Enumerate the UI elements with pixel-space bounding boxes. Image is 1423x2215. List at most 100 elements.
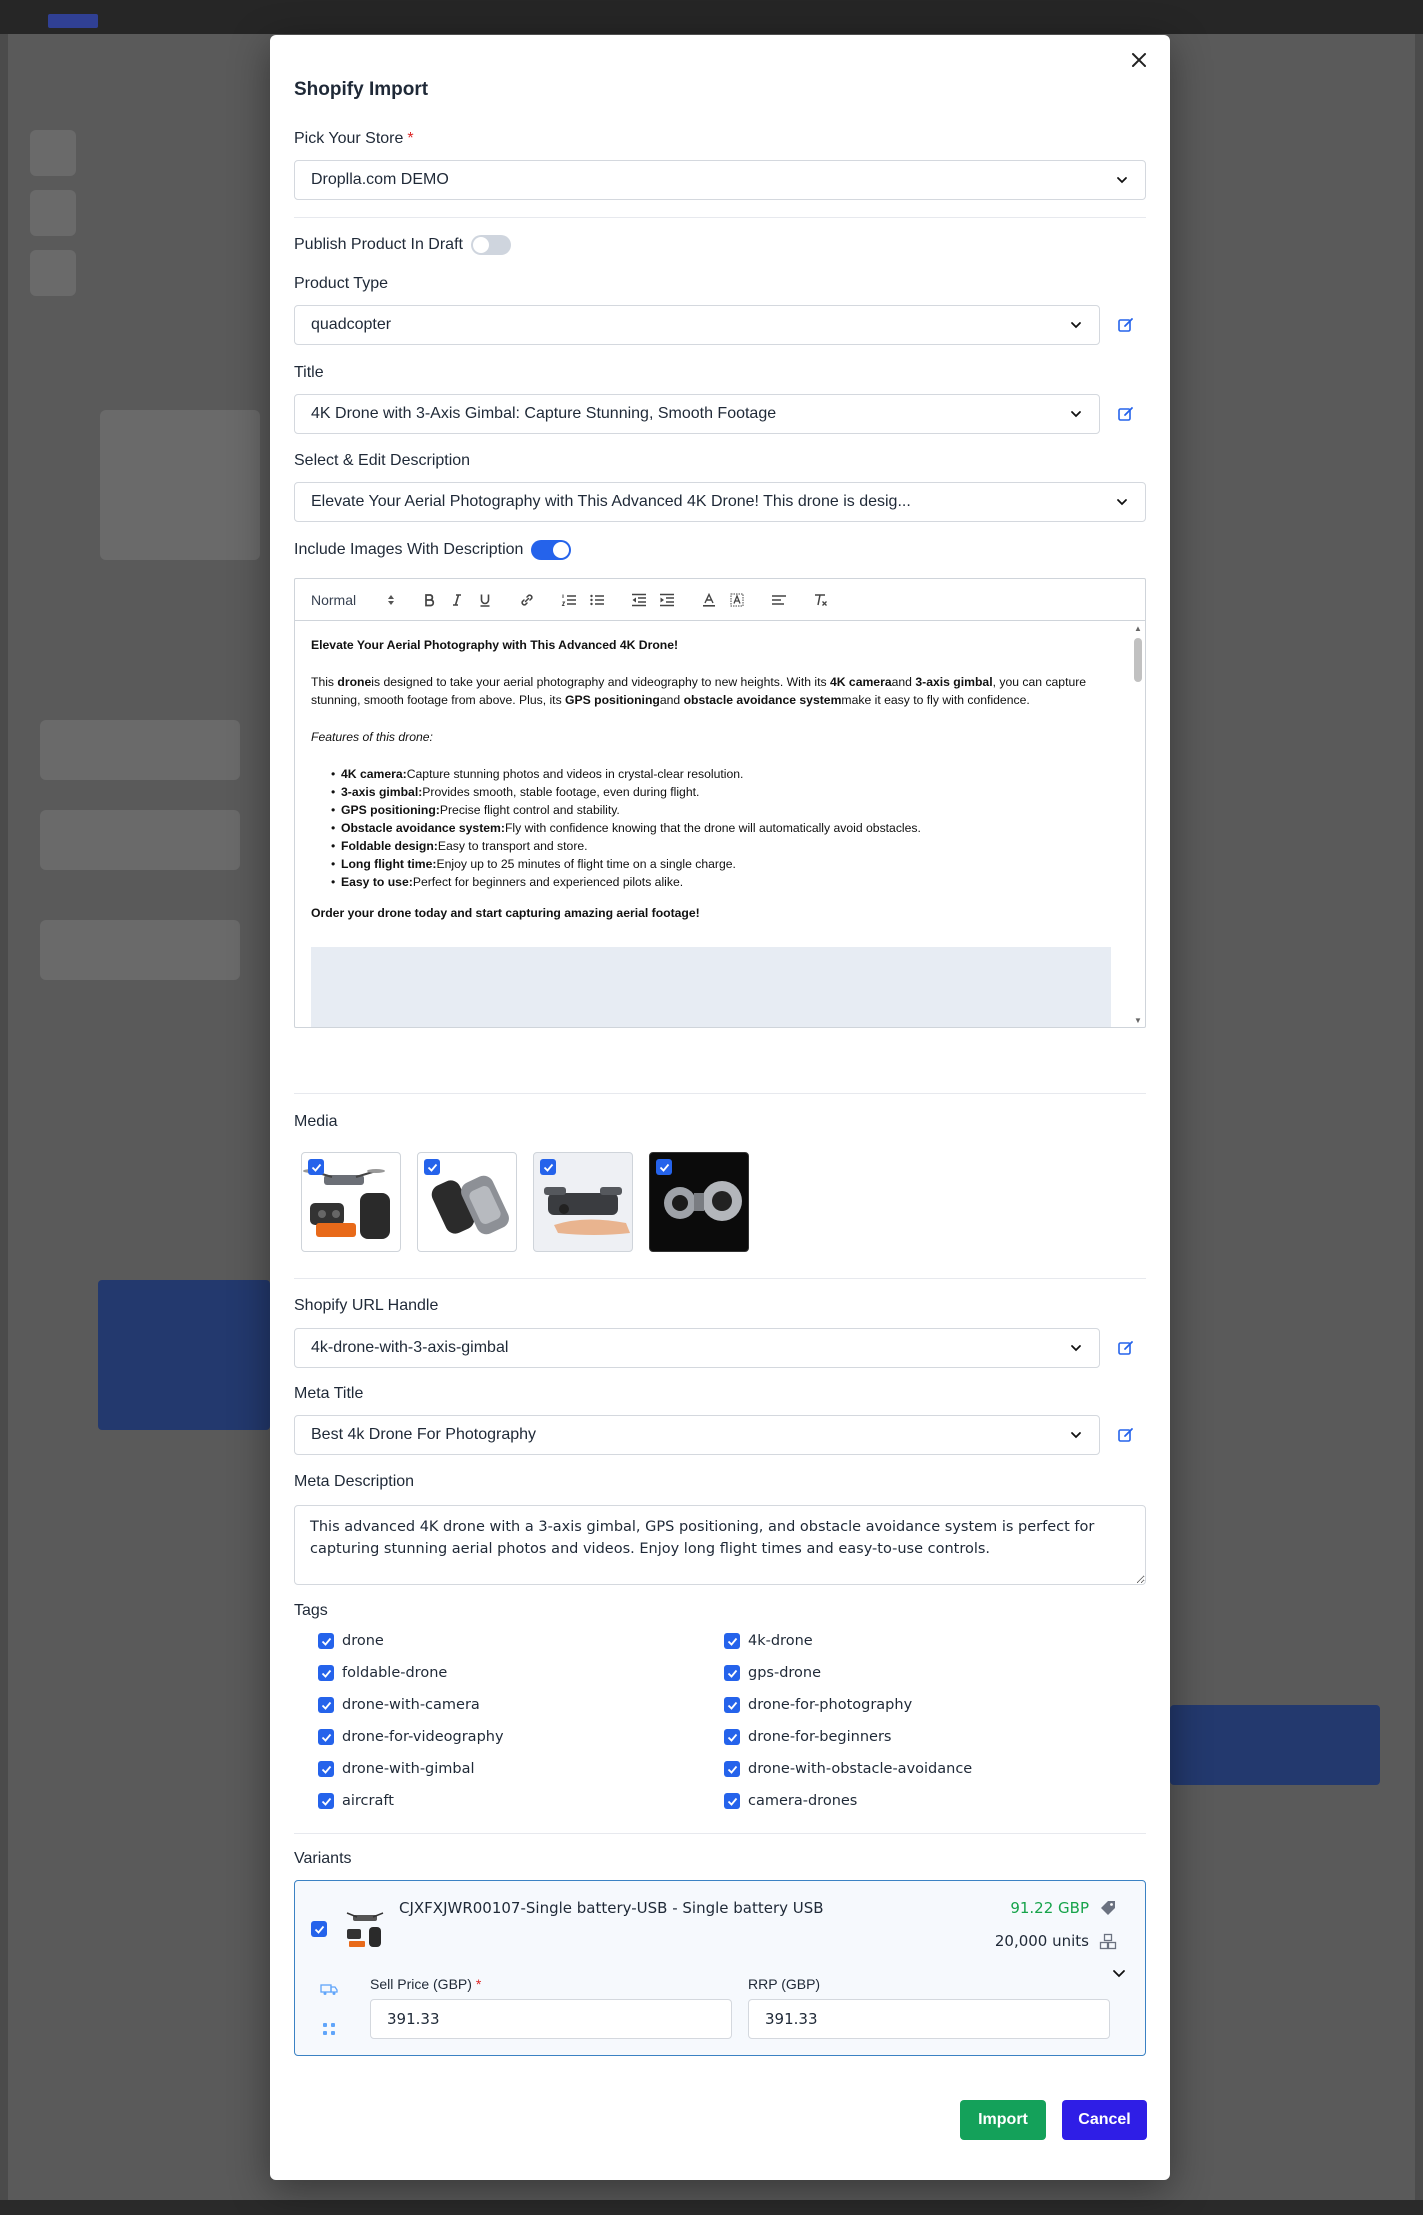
tag-checkbox[interactable] <box>318 1793 334 1809</box>
feature-text: Precise flight control and stability. <box>439 803 620 817</box>
tag-item[interactable]: drone-with-camera <box>318 1696 724 1714</box>
media-checkbox[interactable] <box>308 1159 324 1175</box>
editor-content[interactable]: Elevate Your Aerial Photography with Thi… <box>295 622 1129 1027</box>
product-type-select[interactable]: quadcopter <box>294 305 1100 345</box>
tag-item[interactable]: drone-for-beginners <box>724 1728 1118 1746</box>
tag-checkbox[interactable] <box>318 1761 334 1777</box>
title-label: Title <box>294 364 324 381</box>
sell-price-input[interactable] <box>370 1999 732 2039</box>
tag-checkbox[interactable] <box>318 1697 334 1713</box>
edit-meta-title-button[interactable] <box>1116 1425 1136 1445</box>
description-select[interactable]: Elevate Your Aerial Photography with Thi… <box>294 482 1146 522</box>
tag-checkbox[interactable] <box>724 1729 740 1745</box>
scrollbar-thumb[interactable] <box>1134 638 1142 682</box>
edit-product-type-button[interactable] <box>1116 315 1136 335</box>
tag-checkbox[interactable] <box>724 1665 740 1681</box>
scroll-down-icon: ▼ <box>1134 1016 1142 1025</box>
tag-label: camera-drones <box>748 1793 858 1809</box>
italic-button[interactable] <box>443 588 471 612</box>
tag-checkbox[interactable] <box>318 1665 334 1681</box>
title-select[interactable]: 4K Drone with 3-Axis Gimbal: Capture Stu… <box>294 394 1100 434</box>
tag-item[interactable]: 4k-drone <box>724 1632 1118 1650</box>
close-button[interactable] <box>1126 47 1152 73</box>
chevron-down-icon <box>1071 1432 1081 1439</box>
media-thumbnail[interactable] <box>533 1152 633 1252</box>
url-handle-value: 4k-drone-with-3-axis-gimbal <box>311 1339 509 1356</box>
store-select[interactable]: Droplla.com DEMO <box>294 160 1146 200</box>
media-checkbox[interactable] <box>540 1159 556 1175</box>
edit-icon <box>1118 1428 1133 1442</box>
media-thumbnail[interactable] <box>417 1152 517 1252</box>
ordered-list-button[interactable] <box>555 588 583 612</box>
tag-label: drone-for-videography <box>342 1729 504 1745</box>
include-images-toggle[interactable] <box>531 540 572 560</box>
meta-description-textarea[interactable]: This advanced 4K drone with a 3-axis gim… <box>294 1505 1146 1585</box>
check-icon <box>321 1733 331 1742</box>
cancel-button[interactable]: Cancel <box>1062 2100 1147 2140</box>
tag-checkbox[interactable] <box>724 1761 740 1777</box>
features-list: 4K camera:Capture stunning photos and vi… <box>311 765 1113 891</box>
media-checkbox[interactable] <box>424 1159 440 1175</box>
indent-button[interactable] <box>653 588 681 612</box>
media-thumbnail[interactable] <box>649 1152 749 1252</box>
clear-format-button[interactable] <box>807 588 835 612</box>
bold-button[interactable] <box>415 588 443 612</box>
check-icon <box>727 1637 737 1646</box>
feature-name: Foldable design: <box>341 839 438 853</box>
text-color-button[interactable] <box>695 588 723 612</box>
bullet-list-button[interactable] <box>583 588 611 612</box>
check-icon <box>321 1669 331 1678</box>
edit-url-handle-button[interactable] <box>1116 1338 1136 1358</box>
tag-item[interactable]: aircraft <box>318 1792 724 1810</box>
tag-item[interactable]: drone-for-videography <box>318 1728 724 1746</box>
link-icon <box>521 593 533 606</box>
feature-item: Easy to use:Perfect for beginners and ex… <box>331 873 1113 891</box>
meta-title-select[interactable]: Best 4k Drone For Photography <box>294 1415 1100 1455</box>
publish-draft-row: Publish Product In Draft <box>294 235 511 255</box>
feature-item: GPS positioning:Precise flight control a… <box>331 801 1113 819</box>
required-marker: * <box>407 130 414 147</box>
meta-title-label: Meta Title <box>294 1385 364 1402</box>
background-panel <box>1170 1705 1380 1785</box>
tag-checkbox[interactable] <box>318 1633 334 1649</box>
outdent-button[interactable] <box>625 588 653 612</box>
tag-checkbox[interactable] <box>724 1793 740 1809</box>
background-footer <box>0 2200 1423 2215</box>
publish-draft-toggle[interactable] <box>470 235 511 255</box>
chevron-down-icon[interactable] <box>1111 1965 1127 1981</box>
feature-text: Provides smooth, stable footage, even du… <box>422 785 700 799</box>
url-handle-select[interactable]: 4k-drone-with-3-axis-gimbal <box>294 1328 1100 1368</box>
tag-item[interactable]: camera-drones <box>724 1792 1118 1810</box>
media-thumbnail[interactable] <box>301 1152 401 1252</box>
tag-item[interactable]: foldable-drone <box>318 1664 724 1682</box>
media-checkbox[interactable] <box>656 1159 672 1175</box>
variant-card: CJXFXJWR00107-Single battery-USB - Singl… <box>294 1880 1146 2056</box>
tag-item[interactable]: gps-drone <box>724 1664 1118 1682</box>
tag-item[interactable]: drone <box>318 1632 724 1650</box>
align-button[interactable] <box>765 588 793 612</box>
updown-icon <box>388 594 394 605</box>
tag-item[interactable]: drone-with-obstacle-avoidance <box>724 1760 1118 1778</box>
tag-item[interactable]: drone-for-photography <box>724 1696 1118 1714</box>
background-thumb <box>30 190 76 236</box>
variant-checkbox[interactable] <box>311 1921 327 1937</box>
feature-name: 3-axis gimbal: <box>341 785 423 799</box>
tag-checkbox[interactable] <box>724 1697 740 1713</box>
intro-text: and <box>891 675 916 689</box>
edit-title-button[interactable] <box>1116 404 1136 424</box>
tag-item[interactable]: drone-with-gimbal <box>318 1760 724 1778</box>
rrp-input[interactable] <box>748 1999 1110 2039</box>
background-color-button[interactable] <box>723 588 751 612</box>
intro-bold: drone <box>337 675 372 689</box>
tag-checkbox[interactable] <box>318 1729 334 1745</box>
link-button[interactable] <box>513 588 541 612</box>
underline-button[interactable] <box>471 588 499 612</box>
edit-icon <box>1118 407 1133 421</box>
tag-checkbox[interactable] <box>724 1633 740 1649</box>
intro-bold: obstacle avoidance system <box>683 693 842 707</box>
feature-item: Long flight time:Enjoy up to 25 minutes … <box>331 855 1113 873</box>
font-size-select[interactable]: Normal <box>311 592 395 608</box>
editor-scrollbar[interactable]: ▲ ▼ <box>1131 622 1145 1027</box>
import-button[interactable]: Import <box>960 2100 1046 2140</box>
url-handle-label: Shopify URL Handle <box>294 1297 439 1314</box>
